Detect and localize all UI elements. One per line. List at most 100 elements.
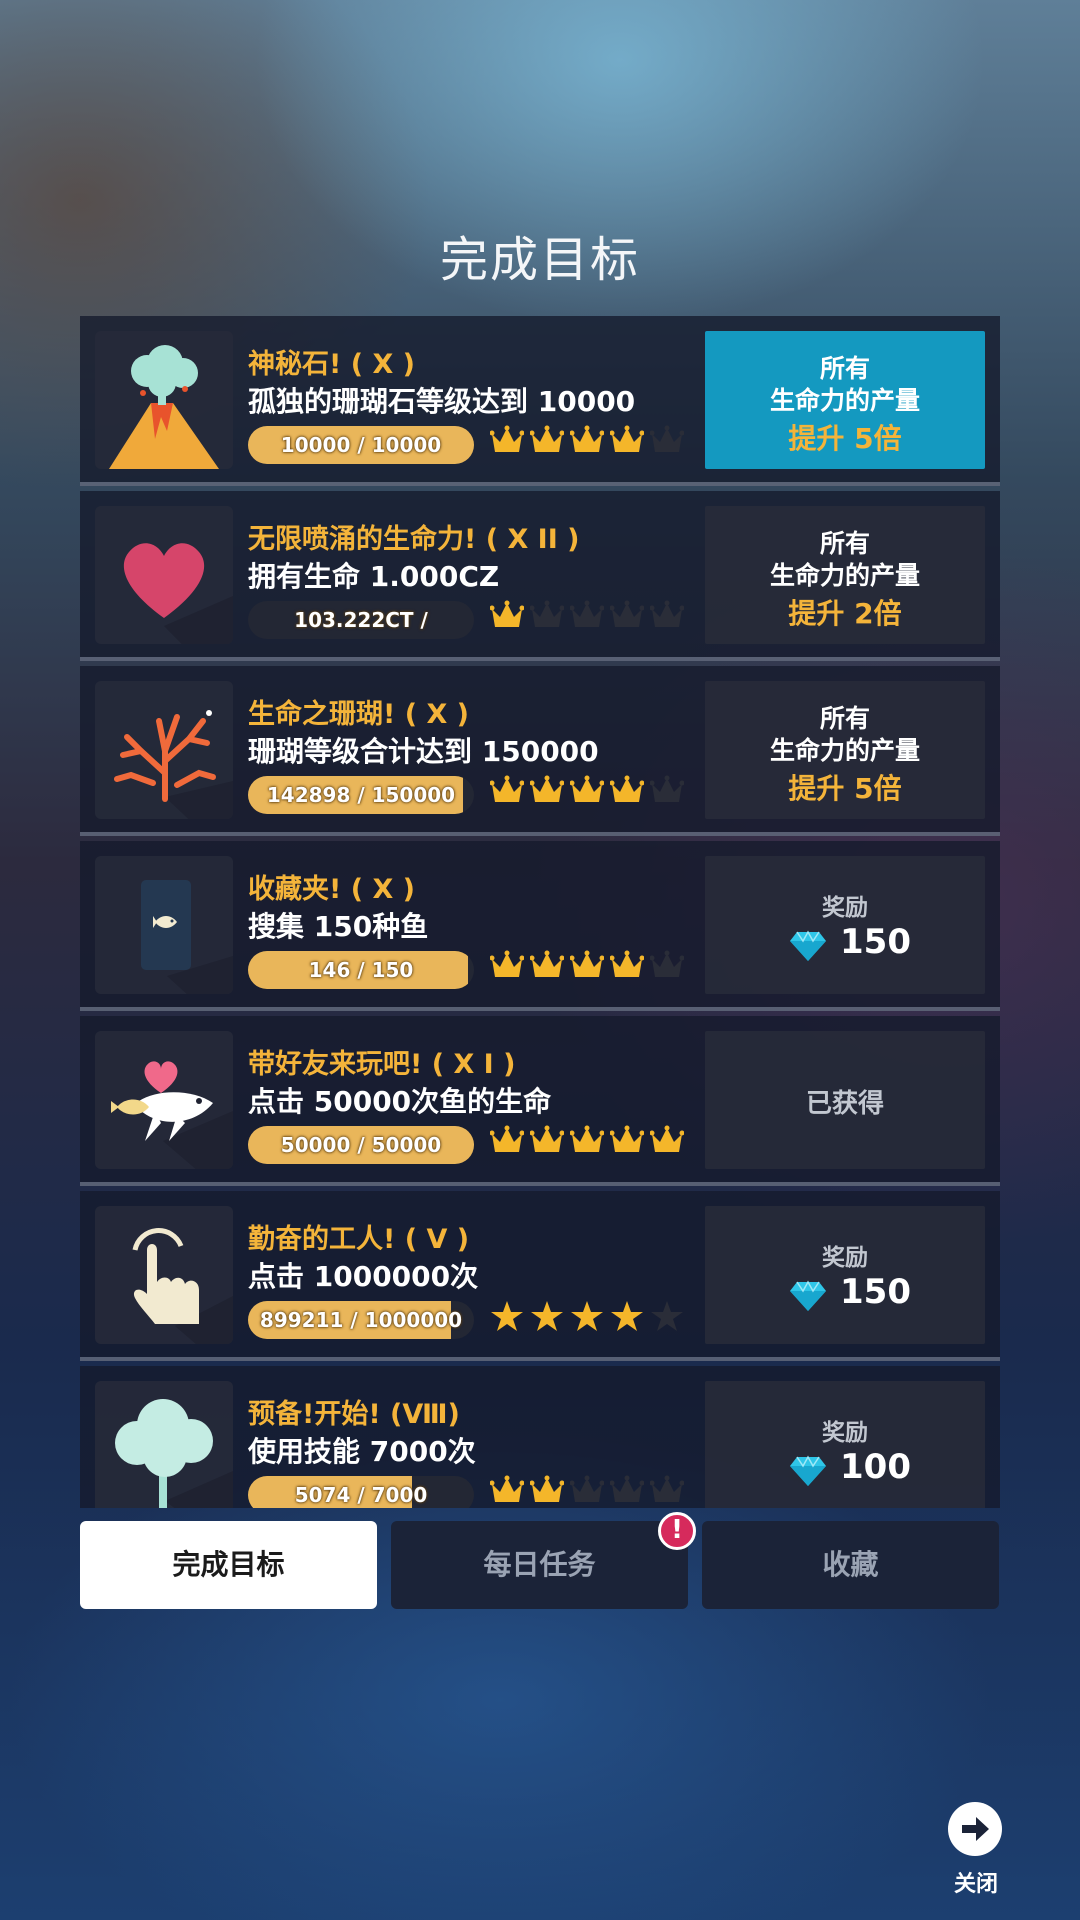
crown-rating	[489, 599, 690, 639]
crown-rating	[489, 949, 690, 989]
progress-text: 10000 / 10000	[280, 433, 442, 457]
crown-icon	[609, 949, 645, 983]
crown-icon	[569, 1474, 605, 1508]
star-icon	[570, 1299, 604, 1333]
crown-icon	[569, 599, 605, 633]
crown-rating	[489, 1474, 690, 1508]
reward-button[interactable]: 奖励 150	[705, 1206, 985, 1344]
progress-text: 5074 / 7000	[294, 1483, 428, 1507]
achievement-description: 珊瑚等级合计达到 150000	[248, 735, 599, 768]
achievement-name: 无限喷涌的生命力! ( X II )	[248, 524, 580, 555]
tap-hand-icon	[95, 1206, 233, 1344]
achievement-name: 生命之珊瑚! ( X )	[248, 699, 470, 730]
notification-badge: !	[658, 1512, 696, 1550]
crown-icon	[649, 1474, 685, 1508]
fish-card-icon	[95, 856, 233, 994]
achievement-name: 带好友来玩吧! ( X I )	[248, 1049, 516, 1080]
crown-icon	[489, 1474, 525, 1508]
progress-text: 899211 / 1000000	[259, 1308, 463, 1332]
gem-amount: 150	[840, 922, 911, 962]
progress-bar: 50000 / 50000	[248, 1126, 474, 1164]
tree-icon	[95, 1381, 233, 1508]
achievement-name: 预备!开始! (Ⅷ)	[248, 1399, 460, 1430]
reward-label: 奖励	[822, 1420, 868, 1446]
progress-bar: 899211 / 1000000	[248, 1301, 474, 1339]
achievement-row[interactable]: 预备!开始! (Ⅷ) 使用技能 7000次 5074 / 7000 奖励 100	[80, 1366, 1000, 1508]
reward-button[interactable]: 奖励 150	[705, 856, 985, 994]
crown-icon	[529, 1474, 565, 1508]
reward-line: 生命力的产量	[769, 736, 920, 765]
reward-line: 生命力的产量	[769, 386, 920, 415]
progress-bar: 142898 / 150000	[248, 776, 474, 814]
crown-icon	[649, 949, 685, 983]
star-icon	[530, 1299, 564, 1333]
crown-rating	[490, 1299, 690, 1339]
progress-text: 142898 / 150000	[266, 783, 456, 807]
progress-bar: 5074 / 7000	[248, 1476, 474, 1508]
crown-icon	[649, 424, 685, 458]
achievement-row[interactable]: 收藏夹! ( X ) 搜集 150种鱼 146 / 150 奖励 150	[80, 841, 1000, 1011]
crown-icon	[609, 599, 645, 633]
achievement-row[interactable]: 生命之珊瑚! ( X ) 珊瑚等级合计达到 150000 142898 / 1500…	[80, 666, 1000, 836]
crown-icon	[609, 1474, 645, 1508]
achievement-description: 拥有生命 1.000CZ	[248, 560, 500, 593]
achievement-description: 使用技能 7000次	[248, 1435, 476, 1468]
progress-text: 50000 / 50000	[280, 1133, 442, 1157]
crown-icon	[529, 599, 565, 633]
crown-icon	[529, 949, 565, 983]
achievement-row[interactable]: 勤奋的工人! ( V ) 点击 1000000次 899211 / 1000000 奖…	[80, 1191, 1000, 1361]
gem-icon	[789, 926, 827, 964]
progress-bar: 146 / 150	[248, 951, 474, 989]
reward-line: 所有	[819, 354, 870, 383]
achievement-name: 收藏夹! ( X )	[248, 874, 416, 905]
reward-line: 所有	[819, 704, 870, 733]
crown-rating	[489, 1124, 690, 1164]
crown-icon	[529, 1124, 565, 1158]
crown-icon	[609, 774, 645, 808]
reward-button[interactable]: 所有生命力的产量提升 5倍	[705, 681, 985, 819]
achievement-row[interactable]: 神秘石! ( X ) 孤独的珊瑚石等级达到 10000 10000 / 10000 所…	[80, 316, 1000, 486]
star-icon	[490, 1299, 524, 1333]
reward-multiplier: 提升 2倍	[788, 597, 902, 630]
crown-icon	[649, 774, 685, 808]
reward-label: 奖励	[822, 895, 868, 921]
crown-icon	[609, 424, 645, 458]
crown-rating	[489, 774, 690, 814]
fish-love-icon	[95, 1031, 233, 1169]
page-title: 完成目标	[439, 232, 640, 288]
tab-goals[interactable]: 完成目标	[80, 1521, 377, 1609]
reward-button[interactable]: 所有 生命力的产量 提升 2倍	[705, 506, 985, 644]
achievement-description: 点击 1000000次	[248, 1260, 479, 1293]
crown-icon	[489, 774, 525, 808]
reward-label: 奖励	[822, 1245, 868, 1271]
achievement-row[interactable]: 无限喷涌的生命力! ( X II ) 拥有生命 1.000CZ 103.222CT …	[80, 491, 1000, 661]
crown-icon	[649, 599, 685, 633]
tab-daily[interactable]: 每日任务	[391, 1521, 688, 1609]
crown-icon	[649, 1124, 685, 1158]
gem-amount: 150	[840, 1272, 911, 1312]
crown-icon	[569, 949, 605, 983]
close-button[interactable]	[948, 1802, 1002, 1856]
reward-button[interactable]: 奖励 100	[705, 1381, 985, 1508]
crown-rating	[489, 424, 690, 464]
reward-multiplier: 提升 5倍	[788, 772, 902, 805]
achievement-description: 孤独的珊瑚石等级达到 10000	[248, 385, 636, 418]
crown-icon	[529, 424, 565, 458]
achievement-list[interactable]: 神秘石! ( X ) 孤独的珊瑚石等级达到 10000 10000 / 10000 所…	[80, 316, 1000, 1508]
achievement-row[interactable]: 带好友来玩吧! ( X I ) 点击 50000次鱼的生命 50000 / 5000…	[80, 1016, 1000, 1186]
crown-icon	[489, 424, 525, 458]
crown-icon	[489, 949, 525, 983]
progress-bar: 103.222CT / 1.000CZ	[248, 601, 474, 639]
achievement-description: 搜集 150种鱼	[248, 910, 429, 943]
progress-text: 103.222CT / 1.000CZ	[294, 608, 428, 632]
achievement-description: 点击 50000次鱼的生命	[248, 1085, 552, 1118]
crown-icon	[569, 424, 605, 458]
crown-icon	[569, 774, 605, 808]
tab-collection[interactable]: 收藏	[702, 1521, 999, 1609]
reward-claimed: 已获得	[705, 1031, 985, 1169]
progress-bar: 10000 / 10000	[248, 426, 474, 464]
progress-text: 146 / 150	[308, 958, 414, 982]
crown-icon	[489, 599, 525, 633]
reward-button[interactable]: 所有 生命力的产量 提升 5倍	[705, 331, 985, 469]
close-label: 关闭	[953, 1872, 998, 1897]
